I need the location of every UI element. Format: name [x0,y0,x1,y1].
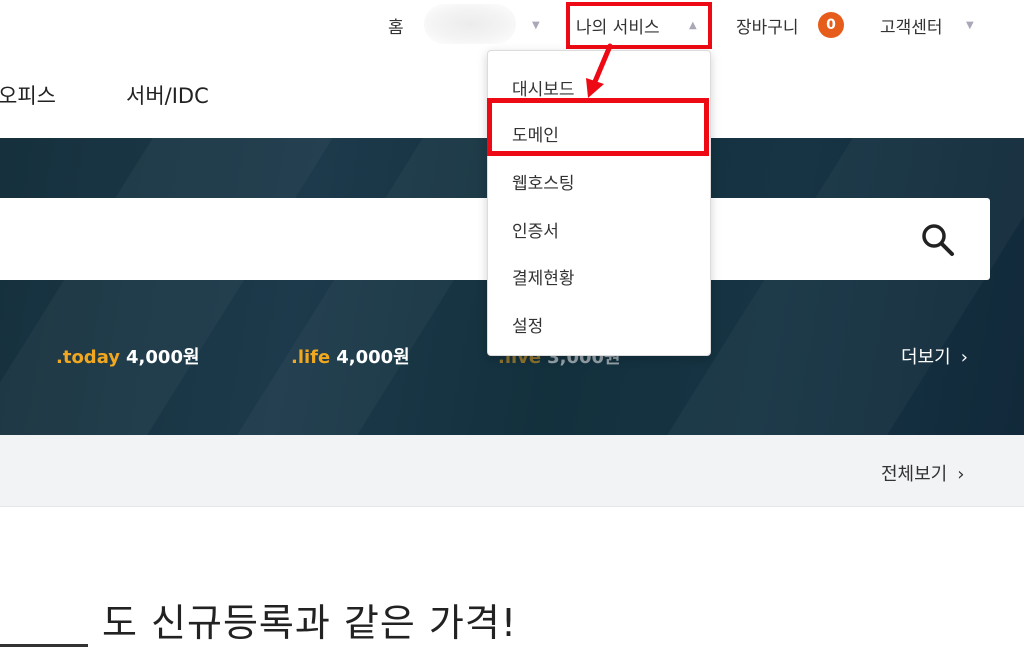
page: 홈 ▼ 나의 서비스 ▲ 장바구니 0 고객센터 ▼ 오피스 서버/IDC .t… [0,0,1024,655]
dropdown-item-certificate[interactable]: 인증서 [512,217,559,242]
more-link[interactable]: 더보기 › [901,343,968,369]
cart-count-badge: 0 [818,12,844,38]
caret-down-icon[interactable]: ▼ [532,20,540,31]
headline-underline [0,644,88,647]
tld-price: 4,000원 [336,347,410,368]
tld-price: 4,000원 [126,347,200,368]
customer-center-menu[interactable]: 고객센터 [880,13,943,38]
dropdown-item-settings[interactable]: 설정 [512,312,543,337]
view-all-link[interactable]: 전체보기 › [881,460,964,486]
dropdown-item-dashboard[interactable]: 대시보드 [512,75,575,100]
chevron-right-icon: › [960,347,968,368]
promo-strip: 전체보기 › [0,435,1024,507]
tld-name: .life [291,347,331,368]
chevron-right-icon: › [957,464,965,485]
home-link[interactable]: 홈 [388,13,404,38]
tld-name: .today [56,347,121,368]
dropdown-item-payment-status[interactable]: 결제현황 [512,264,575,289]
dropdown-item-webhosting[interactable]: 웹호스팅 [512,169,575,194]
cart-link[interactable]: 장바구니 [736,13,799,38]
tld-price-item[interactable]: .today 4,000원 [56,343,200,369]
tld-price-item[interactable]: .life 4,000원 [291,343,410,369]
domain-highlight-box [487,98,709,156]
nav-server-idc[interactable]: 서버/IDC [126,80,209,110]
blurred-username [424,4,516,44]
nav-office[interactable]: 오피스 [0,80,56,110]
hero-decoration [667,138,1024,435]
view-all-label: 전체보기 [881,464,948,485]
more-label: 더보기 [901,347,951,368]
annotation-arrow-icon [586,43,613,98]
top-utility-bar: 홈 ▼ 나의 서비스 ▲ 장바구니 0 고객센터 ▼ [0,0,1024,50]
search-icon[interactable] [920,222,956,258]
promo-headline: 도 신규등록과 같은 가격! [102,601,518,645]
caret-down-icon[interactable]: ▼ [966,20,974,31]
